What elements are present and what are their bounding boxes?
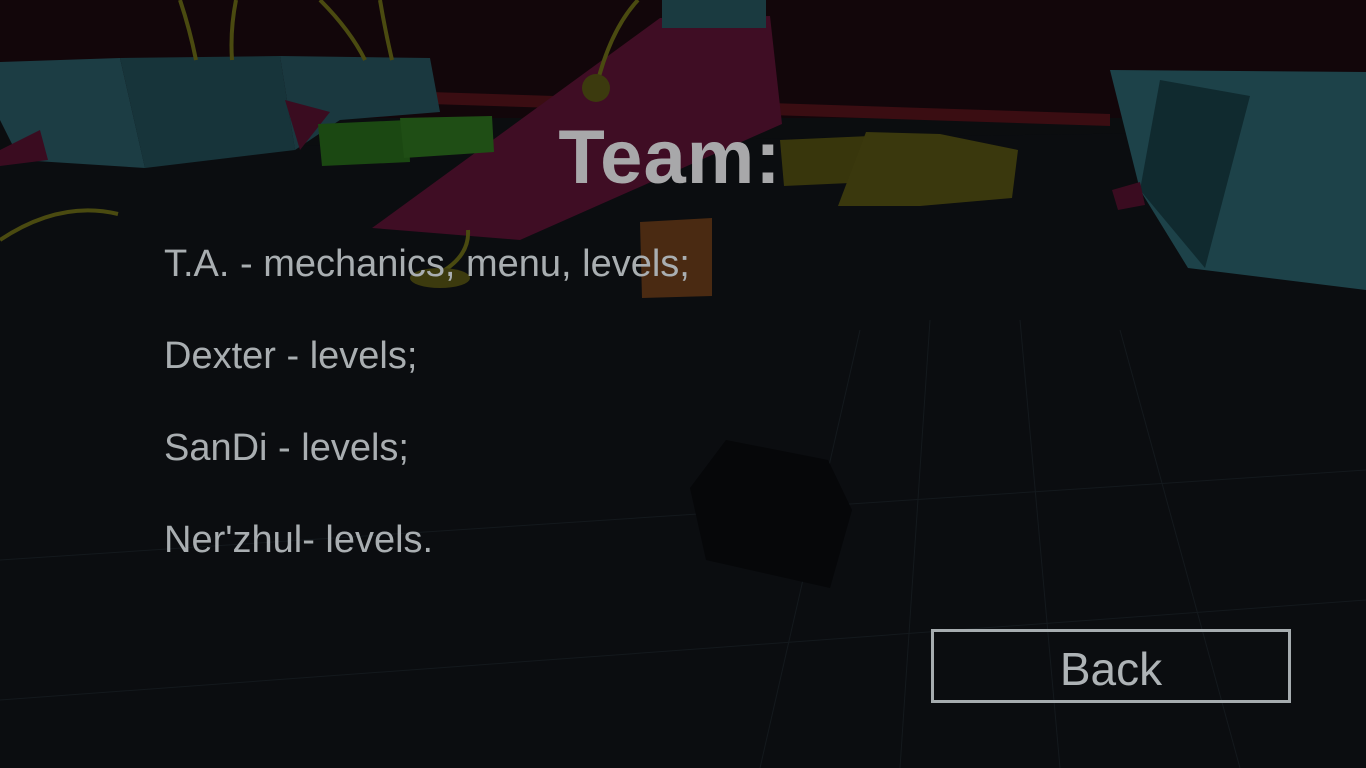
team-title: Team: (558, 115, 782, 200)
credit-line: T.A. - mechanics, menu, levels; (164, 243, 690, 285)
credit-line: Ner'zhul- levels. (164, 519, 434, 561)
credit-line: Dexter - levels; (164, 335, 418, 377)
back-button[interactable]: Back (931, 629, 1291, 703)
game-viewport: Team: T.A. - mechanics, menu, levels; De… (0, 0, 1366, 768)
credit-line: SanDi - levels; (164, 427, 409, 469)
credits-list: T.A. - mechanics, menu, levels; Dexter -… (164, 238, 690, 606)
